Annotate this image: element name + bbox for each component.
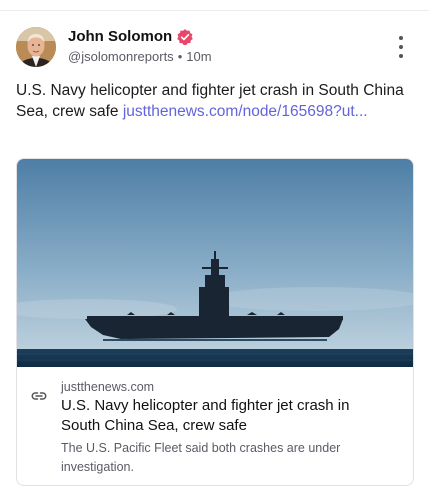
author-handle[interactable]: @jsolomonreports xyxy=(68,49,174,64)
author-meta: @jsolomonreports • 10m xyxy=(68,48,212,66)
post-text: U.S. Navy helicopter and fighter jet cra… xyxy=(16,80,416,122)
post-link[interactable]: justthenews.com/node/165698?ut... xyxy=(123,103,368,120)
more-vertical-icon[interactable] xyxy=(394,36,408,58)
author-name[interactable]: John Solomon xyxy=(68,27,172,47)
post: John Solomon @jsolomonreports • 10m U.S. N… xyxy=(0,0,429,500)
link-icon xyxy=(31,392,47,400)
card-image xyxy=(17,159,413,367)
avatar-image xyxy=(16,27,56,67)
card-domain: justthenews.com xyxy=(61,380,155,394)
post-time[interactable]: 10m xyxy=(186,49,211,64)
avatar[interactable] xyxy=(16,27,56,67)
card-title[interactable]: U.S. Navy helicopter and fighter jet cra… xyxy=(61,396,391,436)
meta-separator: • xyxy=(177,49,183,64)
author-row: John Solomon xyxy=(68,27,194,47)
divider xyxy=(0,10,429,11)
verified-badge-icon xyxy=(177,29,193,46)
link-preview-card[interactable]: justthenews.com U.S. Navy helicopter and… xyxy=(16,158,414,486)
card-description: The U.S. Pacific Fleet said both crashes… xyxy=(61,441,341,474)
